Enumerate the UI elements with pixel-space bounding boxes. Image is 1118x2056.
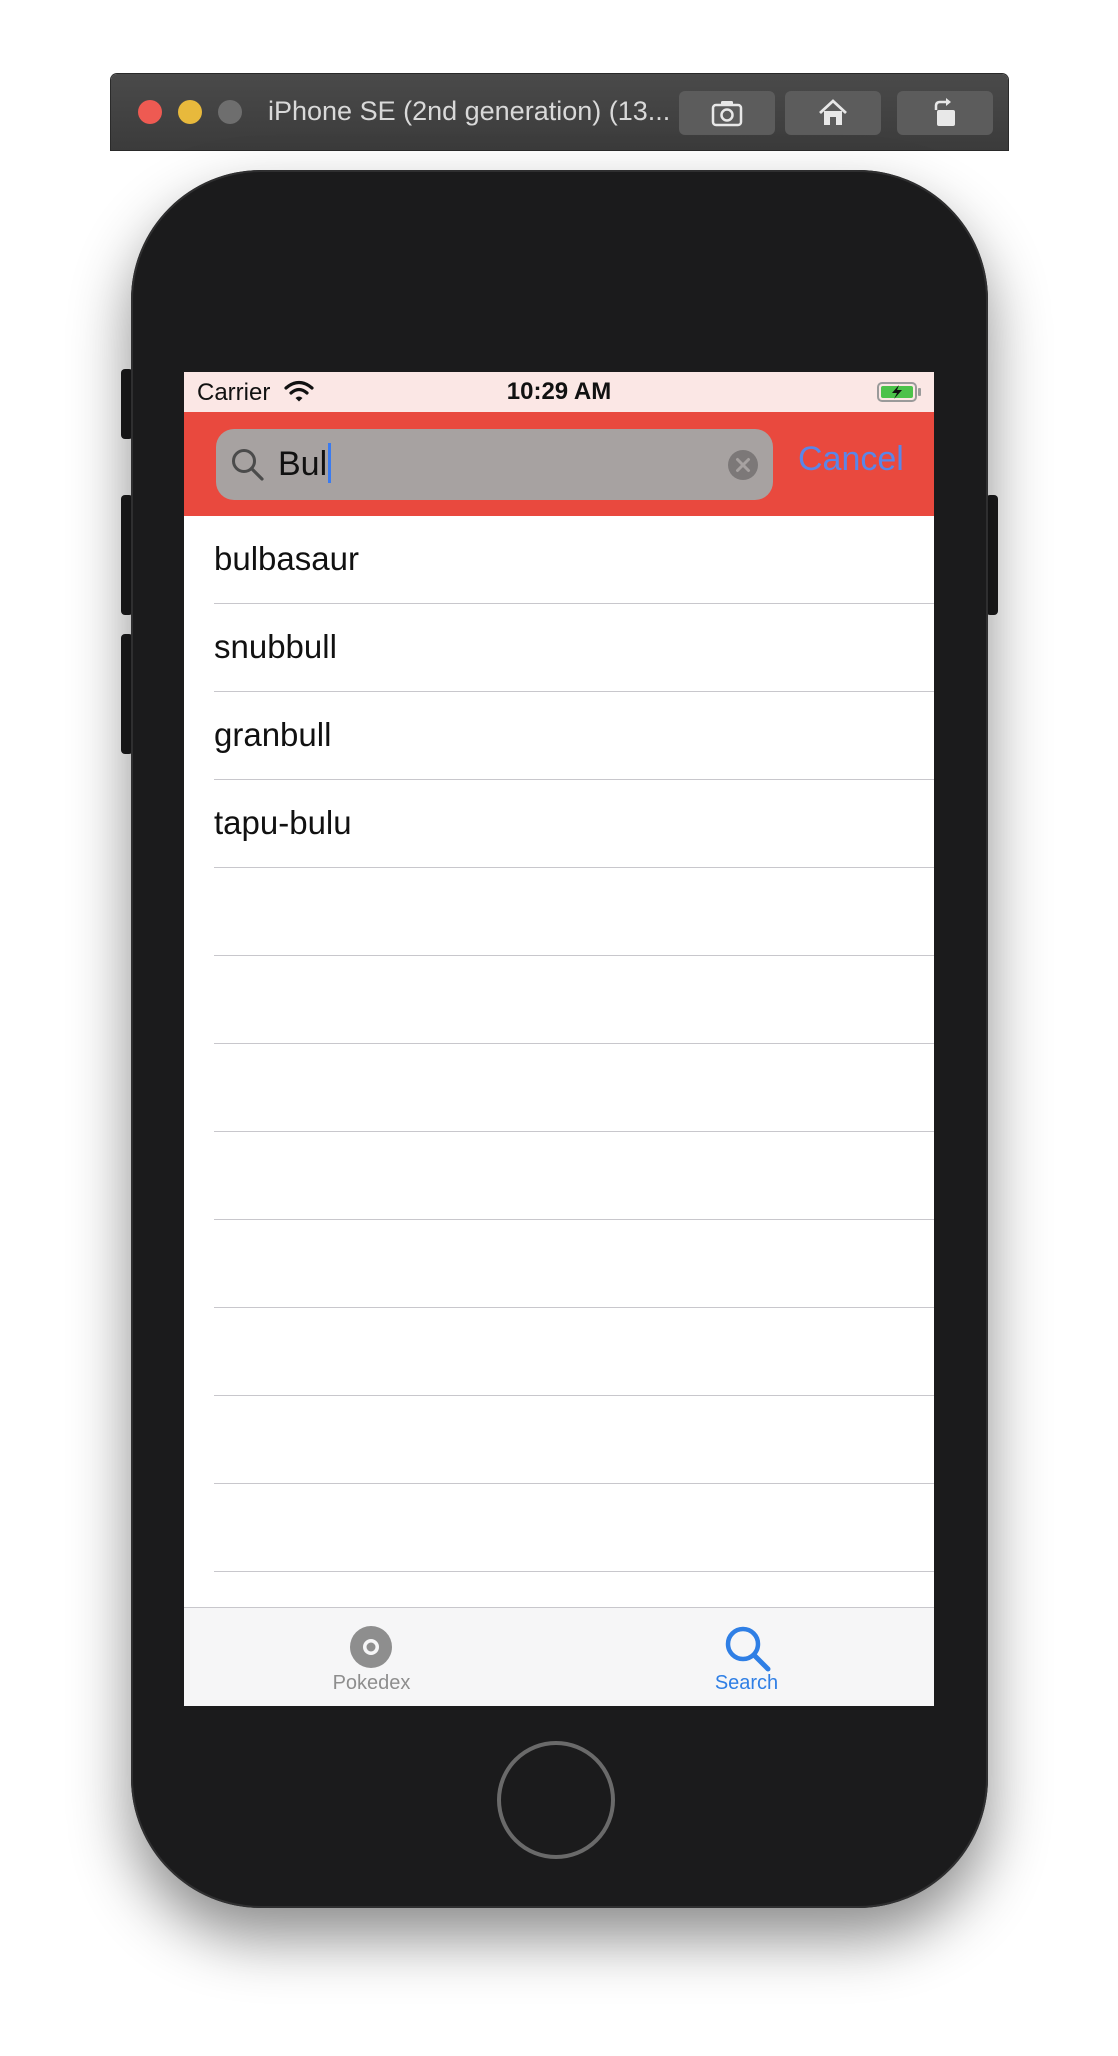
rotate-icon	[934, 98, 955, 126]
close-window-button[interactable]	[138, 100, 162, 124]
result-label: bulbasaur	[214, 540, 359, 577]
home-icon	[819, 99, 847, 125]
clear-search-icon[interactable]	[727, 449, 759, 481]
simulator-title-bar: iPhone SE (2nd generation) (13...	[111, 74, 1008, 150]
empty-row	[184, 1132, 934, 1220]
result-label: snubbull	[214, 628, 337, 665]
search-icon	[725, 1626, 771, 1672]
tab-search[interactable]: Search	[559, 1608, 934, 1706]
pokeball-icon	[350, 1626, 392, 1668]
device-screen: Carrier 10:29 AM Bul Cancel bulbasaur sn…	[184, 372, 934, 1706]
status-time: 10:29 AM	[506, 378, 612, 405]
result-label: tapu-bulu	[214, 804, 352, 841]
search-results-list: bulbasaur snubbull granbull tapu-bulu	[184, 516, 934, 1660]
result-row-snubbull[interactable]: snubbull	[184, 604, 934, 692]
search-icon	[232, 449, 264, 481]
empty-row	[184, 1308, 934, 1396]
screenshot-icon	[711, 101, 743, 127]
empty-row	[184, 956, 934, 1044]
home-button[interactable]	[497, 1741, 615, 1859]
zoom-window-button[interactable]	[218, 100, 242, 124]
rotate-button[interactable]	[897, 91, 993, 135]
tab-label: Pokedex	[332, 1672, 411, 1694]
empty-row	[184, 868, 934, 956]
screenshot-button[interactable]	[679, 91, 775, 135]
empty-row	[184, 1220, 934, 1308]
page: iPhone SE (2nd generation) (13... Carrie…	[0, 0, 1118, 2056]
search-input[interactable]: Bul	[216, 429, 773, 500]
result-label: granbull	[214, 716, 332, 753]
tab-pokedex[interactable]: Pokedex	[184, 1608, 559, 1706]
cancel-button[interactable]: Cancel	[798, 440, 904, 479]
home-sim-button[interactable]	[785, 91, 881, 135]
empty-row	[184, 1396, 934, 1484]
empty-row	[184, 1044, 934, 1132]
result-row-bulbasaur[interactable]: bulbasaur	[184, 516, 934, 604]
battery-charging-icon	[877, 382, 921, 402]
search-navigation-bar: Bul Cancel	[184, 412, 934, 516]
status-bar: Carrier 10:29 AM	[184, 372, 934, 412]
tab-bar: Pokedex Search	[184, 1607, 934, 1706]
tab-label: Search	[714, 1672, 779, 1694]
empty-row	[184, 1484, 934, 1572]
simulator-title: iPhone SE (2nd generation) (13...	[268, 96, 671, 126]
result-row-granbull[interactable]: granbull	[184, 692, 934, 780]
search-input-value: Bul	[278, 443, 332, 484]
result-row-tapu-bulu[interactable]: tapu-bulu	[184, 780, 934, 868]
minimize-window-button[interactable]	[178, 100, 202, 124]
text-caret	[328, 443, 332, 483]
